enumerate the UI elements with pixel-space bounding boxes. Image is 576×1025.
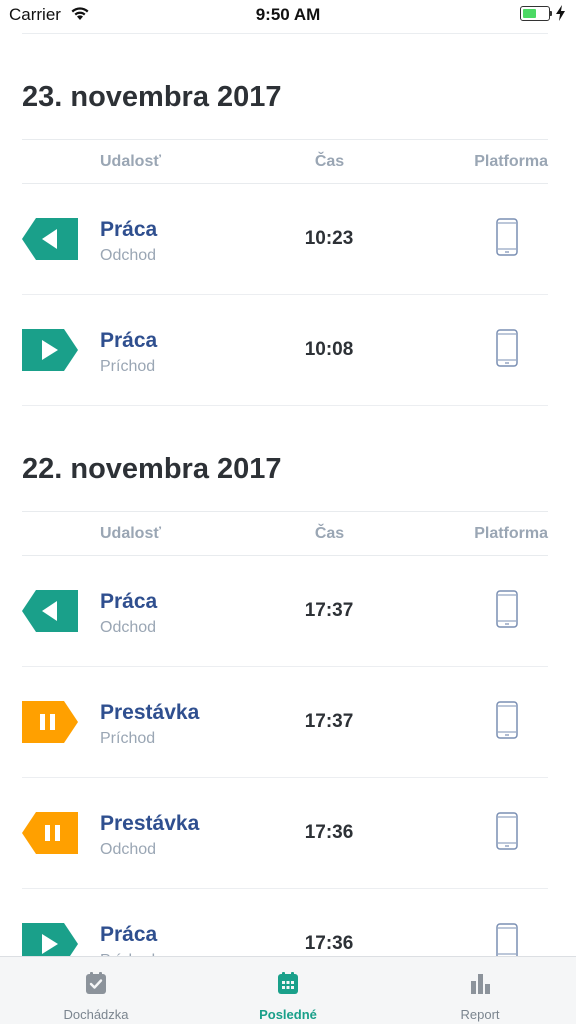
header-time: Čas — [314, 153, 345, 170]
work-departure-icon — [22, 218, 78, 260]
event-type: Odchod — [100, 841, 157, 858]
mobile-phone-icon — [496, 329, 518, 367]
event-name: Práca — [100, 218, 158, 241]
clock: 9:50 AM — [255, 5, 321, 24]
event-row[interactable]: Prestávka Odchod 17:36 — [22, 778, 548, 889]
event-type: Odchod — [100, 247, 157, 264]
tab-report[interactable]: Report — [384, 957, 576, 1025]
events-table: Udalosť Čas Platforma Práca Odchod 17:37… — [22, 511, 548, 956]
break-departure-icon — [22, 812, 78, 854]
event-name: Prestávka — [100, 812, 200, 835]
event-type: Príchod — [100, 358, 156, 375]
header-event: Udalosť — [100, 525, 162, 542]
event-type: Odchod — [100, 619, 157, 636]
table-header: Udalosť Čas Platforma — [22, 139, 548, 184]
event-name: Práca — [100, 923, 158, 946]
event-time: 17:36 — [304, 822, 354, 843]
tab-label: Dochádzka — [63, 1007, 129, 1022]
mobile-phone-icon — [496, 590, 518, 628]
break-arrival-icon — [22, 701, 78, 743]
calendar-icon — [278, 972, 298, 994]
event-row[interactable]: Práca Príchod 10:08 — [22, 295, 548, 406]
tab-label: Report — [460, 1007, 500, 1022]
event-name: Prestávka — [100, 701, 200, 724]
event-type: Príchod — [100, 730, 156, 747]
mobile-phone-icon — [496, 812, 518, 850]
event-time: 10:08 — [304, 339, 354, 360]
event-time: 17:37 — [304, 711, 354, 732]
tab-posledne[interactable]: Posledné — [192, 957, 384, 1025]
tab-dochadzka[interactable]: Dochádzka — [0, 957, 192, 1025]
section-date: 22. novembra 2017 — [22, 453, 282, 485]
recent-events-list[interactable]: 23. novembra 2017 Udalosť Čas Platforma … — [0, 34, 576, 956]
bar-chart-icon — [471, 974, 490, 994]
checklist-icon — [86, 972, 106, 994]
table-header: Udalosť Čas Platforma — [22, 511, 548, 556]
event-row[interactable]: Prestávka Príchod 17:37 — [22, 667, 548, 778]
header-platform: Platforma — [474, 525, 548, 542]
event-time: 10:23 — [304, 228, 354, 249]
work-arrival-icon — [22, 329, 78, 371]
mobile-phone-icon — [496, 701, 518, 739]
tab-bar: Dochádzka Posledné Report — [0, 956, 576, 1024]
event-time: 17:37 — [304, 600, 354, 621]
battery-icon — [520, 6, 550, 21]
tab-label: Posledné — [259, 1007, 317, 1022]
event-name: Práca — [100, 329, 158, 352]
header-platform: Platforma — [474, 153, 548, 170]
section-date: 23. novembra 2017 — [22, 81, 282, 113]
events-table: Udalosť Čas Platforma Práca Odchod 10:23… — [22, 139, 548, 406]
charging-bolt-icon — [556, 5, 565, 21]
day-section: 23. novembra 2017 Udalosť Čas Platforma … — [0, 34, 576, 406]
header-time: Čas — [314, 525, 345, 542]
work-arrival-icon — [22, 923, 78, 956]
event-row[interactable]: Práca Príchod 17:36 — [22, 889, 548, 956]
event-time: 17:36 — [304, 933, 354, 954]
mobile-phone-icon — [496, 923, 518, 956]
header-event: Udalosť — [100, 153, 162, 170]
battery-nub — [550, 11, 552, 16]
mobile-phone-icon — [496, 218, 518, 256]
event-name: Práca — [100, 590, 158, 613]
event-row[interactable]: Práca Odchod 10:23 — [22, 184, 548, 295]
day-section: 22. novembra 2017 Udalosť Čas Platforma … — [0, 406, 576, 956]
status-bar: Carrier 9:50 AM — [0, 0, 576, 30]
work-departure-icon — [22, 590, 78, 632]
event-row[interactable]: Práca Odchod 17:37 — [22, 556, 548, 667]
